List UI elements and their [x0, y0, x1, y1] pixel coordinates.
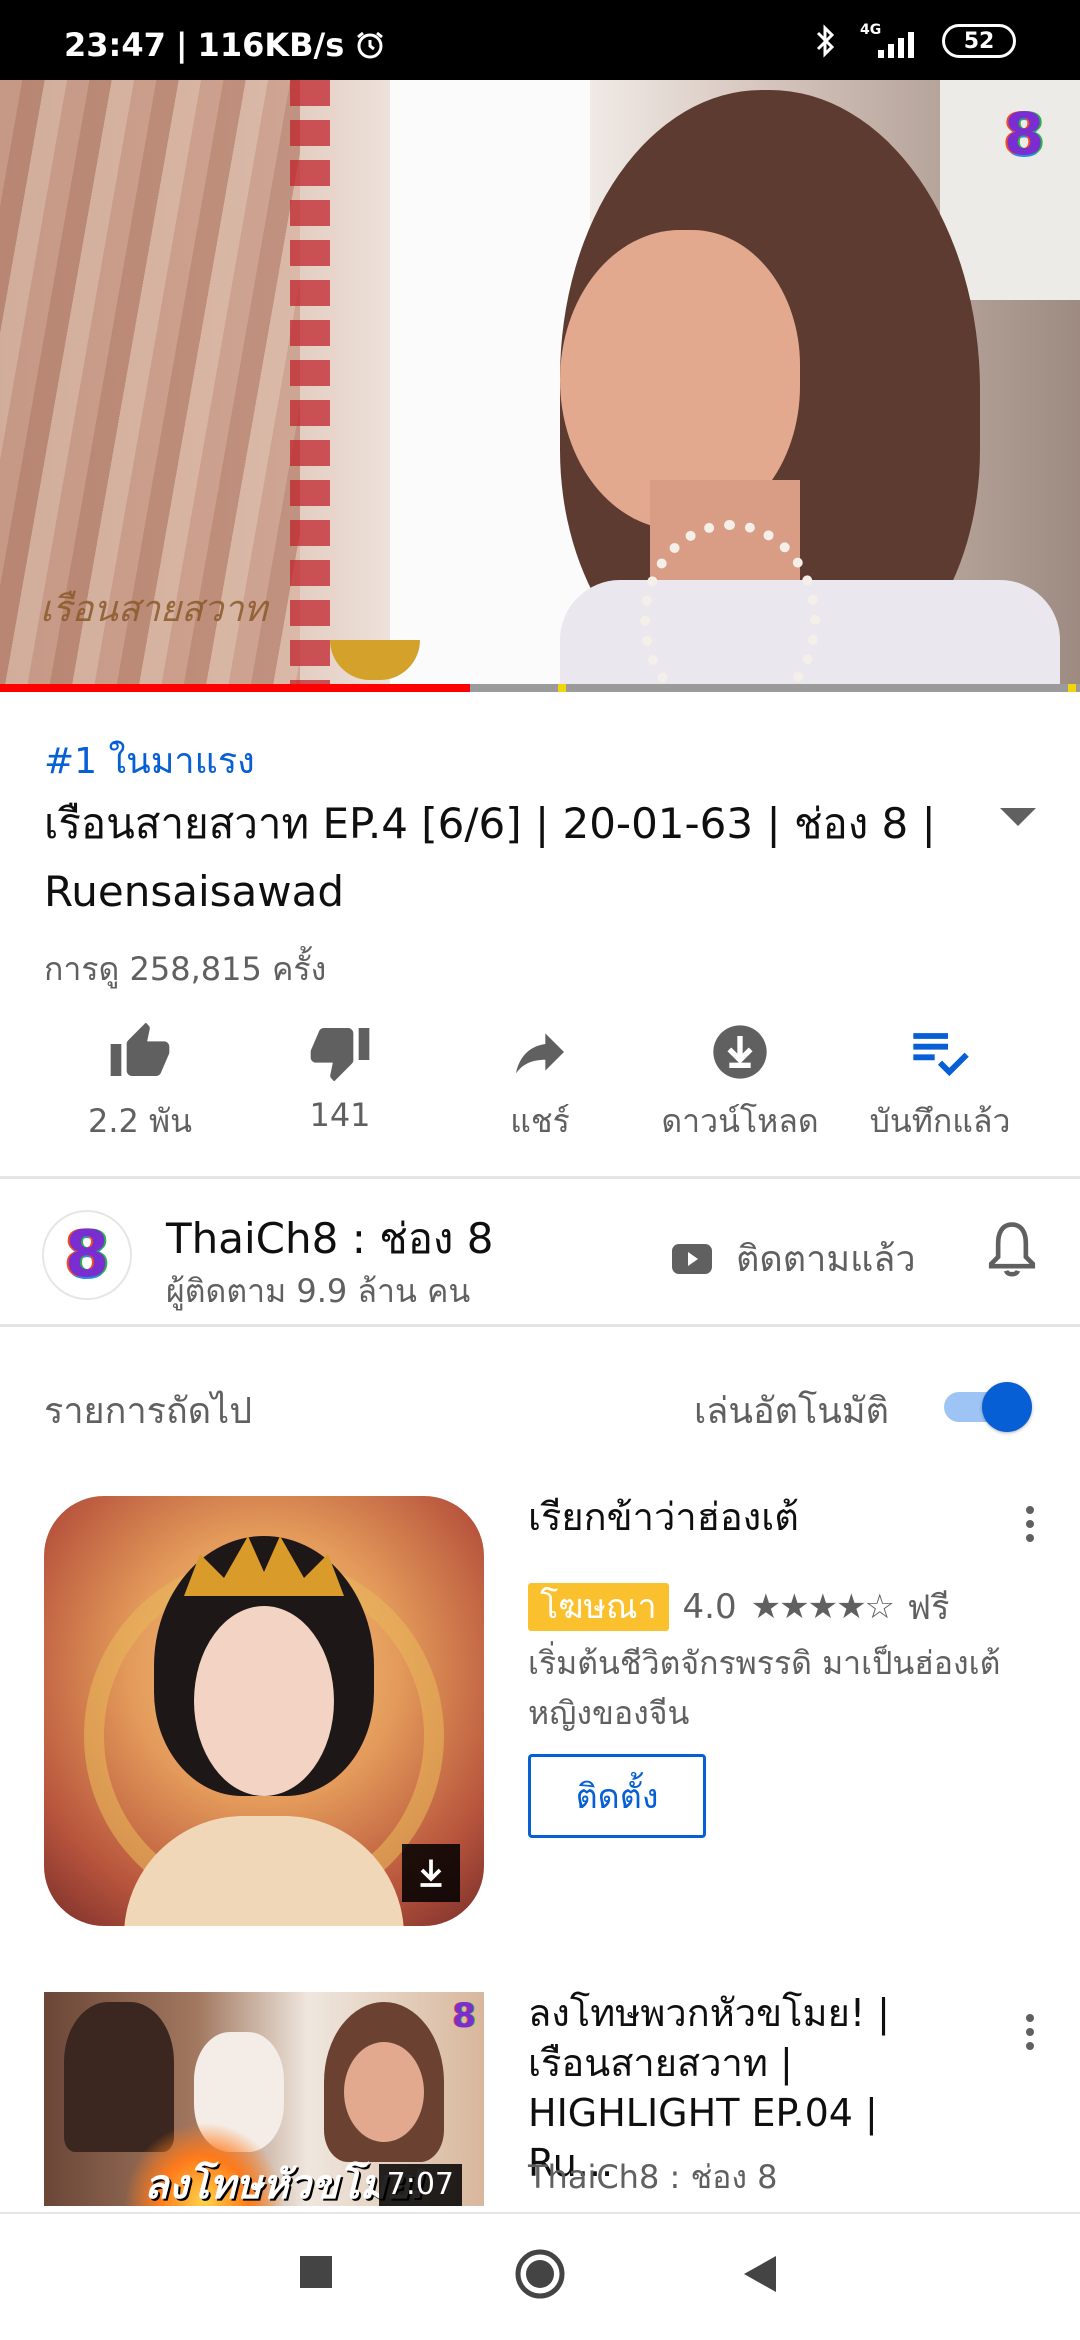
save-button[interactable]: บันทึกแล้ว: [840, 1020, 1040, 1150]
video-thumbnail[interactable]: ลงโทษหัวขโมย! 8 7:07: [44, 1992, 484, 2206]
show-watermark: เรือนสายสวาท: [40, 589, 268, 630]
subscriber-count: ผู้ติดตาม 9.9 ล้าน คน: [166, 1272, 471, 1310]
youtube-play-icon: [672, 1243, 712, 1274]
ad-marker: [558, 684, 566, 692]
video-channel: ThaiCh8 : ช่อง 8: [528, 2158, 778, 2196]
thumbs-down-icon: [310, 1028, 370, 1082]
video-title: เรือนสายสวาท EP.4 [6/6] | 20-01-63 | ช่อ…: [44, 799, 936, 916]
ad-title[interactable]: เรียกข้าว่าฮ่องเต้: [528, 1486, 799, 1547]
ad-badge: โฆษณา: [528, 1583, 669, 1631]
bluetooth-icon: [816, 24, 835, 58]
more-options-icon[interactable]: [1024, 2012, 1036, 2052]
clock: 23:47: [64, 26, 166, 64]
ad-meta: โฆษณา 4.0 ★★★★☆ ฟรี: [528, 1580, 949, 1634]
back-triangle-icon[interactable]: [740, 2254, 780, 2294]
status-left: 23:47 | 116KB/s: [64, 26, 386, 64]
more-options-icon[interactable]: [1024, 1504, 1036, 1544]
ad-price: ฟรี: [907, 1588, 950, 1628]
home-circle-icon[interactable]: [514, 2248, 566, 2300]
download-icon: [713, 1025, 767, 1079]
action-bar: 2.2 พัน 141 แชร์ ดาวน์โหลด บันทึกแล้ว: [40, 1020, 1040, 1150]
ad-thumbnail[interactable]: [44, 1496, 484, 1926]
status-bar: 23:47 | 116KB/s 4G 52: [0, 0, 1080, 80]
download-icon: [402, 1844, 460, 1902]
trending-badge[interactable]: #1 ในมาแรง: [44, 732, 255, 789]
expand-description-icon[interactable]: [1000, 808, 1036, 826]
like-button[interactable]: 2.2 พัน: [40, 1020, 240, 1150]
divider: [0, 1176, 1080, 1179]
view-count: การดู 258,815 ครั้ง: [44, 950, 327, 988]
cellular-signal-icon: 4G: [860, 22, 920, 58]
download-button[interactable]: ดาวน์โหลด: [640, 1020, 840, 1150]
channel-8-logo: 8: [1003, 100, 1045, 168]
star-rating-icon: ★★★★☆: [750, 1587, 895, 1627]
share-arrow-icon: [516, 1033, 564, 1074]
channel-avatar[interactable]: 8: [42, 1210, 132, 1300]
up-next-label: รายการถัดไป: [44, 1391, 253, 1432]
install-button[interactable]: ติดตั้ง: [528, 1754, 706, 1838]
autoplay-label: เล่นอัตโนมัติ: [694, 1391, 890, 1432]
notification-bell-icon[interactable]: [984, 1220, 1040, 1280]
video-progress-bar[interactable]: [0, 684, 1080, 692]
subscribed-button[interactable]: ติดตามแล้ว: [672, 1230, 916, 1287]
video-player[interactable]: เรือนสายสวาท 8: [0, 80, 1080, 688]
ad-description: เริ่มต้นชีวิตจักรพรรดิ มาเป็นฮ่องเต้หญิง…: [528, 1644, 1001, 1732]
playlist-added-icon: [913, 1033, 969, 1077]
duration-badge: 7:07: [378, 2164, 462, 2206]
thumbs-up-icon: [110, 1022, 170, 1076]
channel-name[interactable]: ThaiCh8 : ช่อง 8: [166, 1206, 494, 1272]
status-right: 4G 52: [812, 22, 1016, 58]
progress-fill: [0, 684, 470, 692]
battery-icon: 52: [942, 24, 1016, 58]
dislike-button[interactable]: 141: [240, 1020, 440, 1150]
divider: [0, 1324, 1080, 1327]
ad-marker: [1068, 684, 1076, 692]
recents-square-icon[interactable]: [298, 2254, 334, 2290]
system-nav-bar: [0, 2212, 1080, 2340]
alarm-icon: [357, 31, 384, 59]
ad-rating: 4.0: [682, 1587, 737, 1627]
channel-8-logo: 8: [452, 1996, 476, 2036]
autoplay-toggle[interactable]: [944, 1382, 1032, 1432]
share-button[interactable]: แชร์: [440, 1020, 640, 1150]
network-speed: 116KB/s: [197, 26, 345, 64]
